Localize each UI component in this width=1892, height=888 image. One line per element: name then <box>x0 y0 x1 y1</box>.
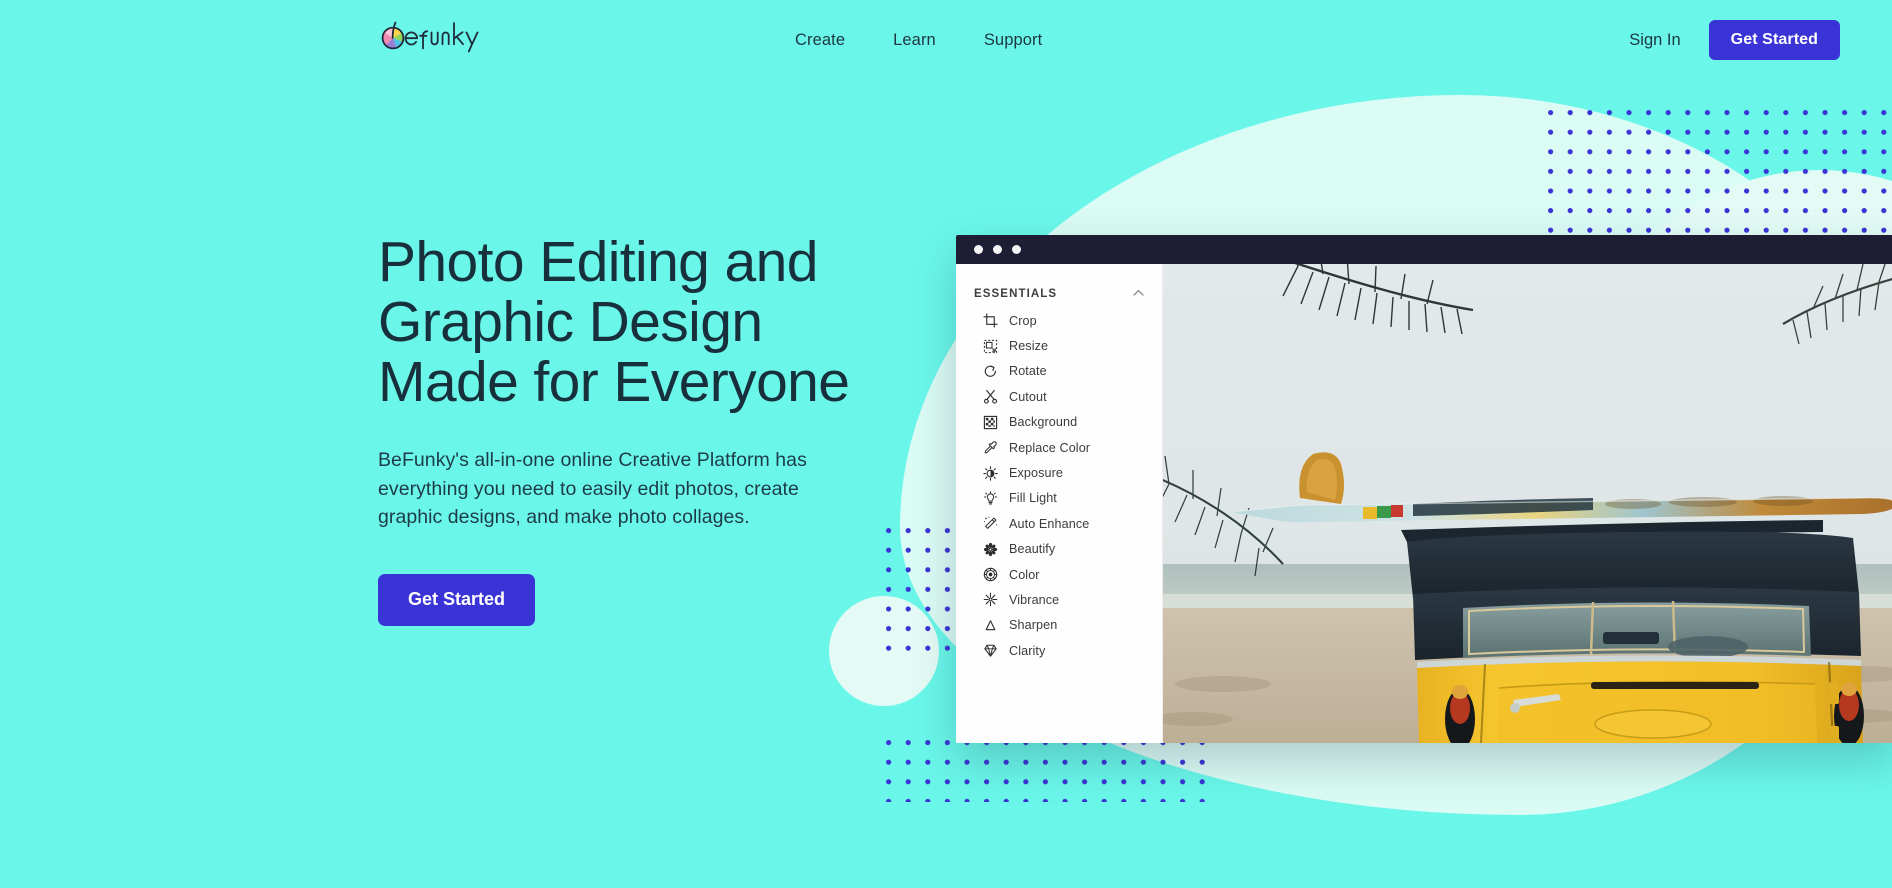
brand-logo[interactable] <box>378 12 518 60</box>
hero-section: Photo Editing and Graphic Design Made fo… <box>378 232 858 626</box>
tool-item-auto-enhance[interactable]: Auto Enhance <box>956 511 1162 536</box>
color-wheel-icon <box>983 567 998 582</box>
tool-label: Sharpen <box>1009 618 1058 633</box>
tool-label: Replace Color <box>1009 440 1091 455</box>
nav-item-support[interactable]: Support <box>984 31 1043 50</box>
tool-item-exposure[interactable]: Exposure <box>956 460 1162 485</box>
essentials-title: ESSENTIALS <box>974 288 1058 300</box>
tool-item-beautify[interactable]: Beautify <box>956 537 1162 562</box>
essentials-section-header[interactable]: ESSENTIALS <box>956 280 1162 308</box>
tool-label: Rotate <box>1009 364 1047 379</box>
auth-actions: Sign In Get Started <box>1629 0 1840 80</box>
editor-canvas[interactable] <box>1163 264 1892 743</box>
window-dot-close[interactable] <box>974 245 983 254</box>
chevron-up-icon[interactable] <box>1133 288 1144 300</box>
hero-description: BeFunky's all-in-one online Creative Pla… <box>378 449 807 528</box>
get-started-button-header[interactable]: Get Started <box>1708 20 1840 60</box>
tool-item-background[interactable]: Background <box>956 410 1162 435</box>
tool-item-fill-light[interactable]: Fill Light <box>956 486 1162 511</box>
tool-label: Auto Enhance <box>1009 516 1090 531</box>
window-titlebar <box>956 235 1892 264</box>
tool-label: Beautify <box>1009 542 1056 557</box>
landing-page: Create Learn Support Sign In Get Started… <box>0 0 1892 888</box>
lightbulb-icon <box>983 491 998 506</box>
sign-in-link[interactable]: Sign In <box>1629 31 1680 50</box>
triangle-icon <box>983 618 998 633</box>
get-started-button-hero[interactable]: Get Started <box>378 573 536 626</box>
tool-label: Fill Light <box>1009 491 1057 506</box>
tool-label: Background <box>1009 415 1078 430</box>
tool-label: Color <box>1009 567 1040 582</box>
headline-line-3: Made for Everyone <box>378 350 850 414</box>
magic-wand-icon <box>983 516 998 531</box>
tool-item-replace-color[interactable]: Replace Color <box>956 435 1162 460</box>
tool-label: Crop <box>1009 313 1037 328</box>
tool-label: Cutout <box>1009 389 1047 404</box>
dot-pattern-left <box>886 528 966 658</box>
main-nav: Create Learn Support <box>795 0 1042 80</box>
tool-label: Vibrance <box>1009 592 1060 607</box>
tool-item-vibrance[interactable]: Vibrance <box>956 587 1162 612</box>
headline-line-2: Graphic Design <box>378 290 763 354</box>
checkerboard-icon <box>983 415 998 430</box>
window-dot-minimize[interactable] <box>993 245 1002 254</box>
tool-item-crop[interactable]: Crop <box>956 308 1162 333</box>
tool-item-rotate[interactable]: Rotate <box>956 359 1162 384</box>
tool-label: Exposure <box>1009 466 1064 481</box>
tool-item-clarity[interactable]: Clarity <box>956 638 1162 663</box>
exposure-icon <box>983 465 998 481</box>
flower-icon <box>983 542 998 557</box>
window-body: ESSENTIALS Crop Resize Rotate Cutout Bac… <box>956 264 1892 743</box>
nav-item-learn[interactable]: Learn <box>893 31 936 50</box>
headline-line-1: Photo Editing and <box>378 230 818 294</box>
sparkle-icon <box>983 592 998 607</box>
scissors-icon <box>983 389 998 404</box>
aperture-color-wheel-icon <box>381 21 479 53</box>
eyedropper-icon <box>983 440 998 455</box>
nav-item-create[interactable]: Create <box>795 31 845 50</box>
tool-label: Resize <box>1009 339 1049 354</box>
rotate-icon <box>983 364 998 379</box>
tool-item-color[interactable]: Color <box>956 562 1162 587</box>
tool-item-sharpen[interactable]: Sharpen <box>956 613 1162 638</box>
site-header: Create Learn Support Sign In Get Started <box>0 0 1892 80</box>
editor-window-mockup: ESSENTIALS Crop Resize Rotate Cutout Bac… <box>956 235 1892 743</box>
beach-van-photo <box>1163 264 1892 743</box>
resize-icon <box>983 339 998 354</box>
diamond-icon <box>983 643 998 658</box>
tool-item-resize[interactable]: Resize <box>956 333 1162 358</box>
dot-pattern-bottom <box>886 740 1206 802</box>
window-dot-maximize[interactable] <box>1012 245 1021 254</box>
tool-label: Clarity <box>1009 643 1046 658</box>
tool-item-cutout[interactable]: Cutout <box>956 384 1162 409</box>
page-title: Photo Editing and Graphic Design Made fo… <box>378 232 858 412</box>
crop-icon <box>983 313 998 328</box>
tools-sidebar: ESSENTIALS Crop Resize Rotate Cutout Bac… <box>956 264 1163 743</box>
